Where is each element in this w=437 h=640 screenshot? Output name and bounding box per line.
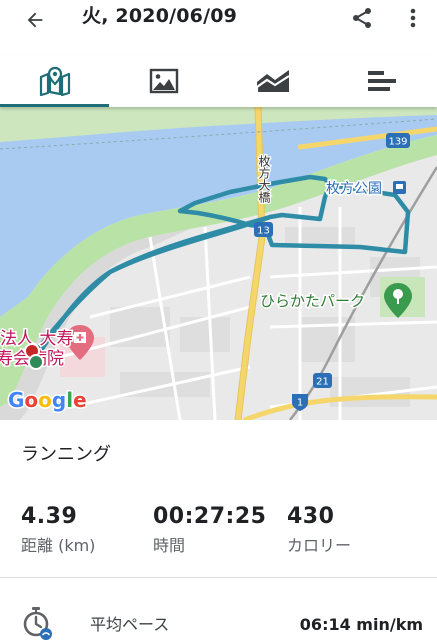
stat-duration-value: 00:27:25 [153,504,267,529]
area-chart-icon [256,70,290,92]
route-21-shield-icon: 21 [313,373,332,388]
route-139-label: 139 [388,137,407,148]
list-bars-icon [368,71,397,91]
share-icon [353,8,371,28]
stat-calories: 430 カロリー [287,502,351,558]
app-bar: 火, 2020/06/09 [0,0,437,55]
pace-stopwatch-icon [23,607,52,640]
back-button[interactable] [18,3,52,37]
map-icon [39,66,70,96]
stat-duration-label: 時間 [153,536,186,555]
route-139-shield-icon: 139 [386,133,410,148]
train-station-icon [393,181,406,194]
park-label: ひらかたパーク [260,292,365,310]
page-title: 火, 2020/06/09 [82,5,238,27]
activity-type: ランニング [21,444,111,465]
station-label: 枚方公園 [326,181,382,197]
route-map[interactable]: 法人 大寿 寿会病院 枚方大橋 枚方公園 ひらかたパーク 13 139 [0,107,437,420]
image-icon [149,68,179,94]
google-attribution: Google [8,388,87,412]
tab-details[interactable] [328,55,437,107]
arrow-back-icon [27,12,43,28]
section-divider [0,577,437,578]
pace-value: 06:14 min/km [299,615,423,634]
route-13-label: 13 [257,226,270,237]
tab-map[interactable] [0,55,110,107]
stat-distance-value: 4.39 [21,504,78,529]
tab-bar [0,55,437,107]
pace-label: 平均ペース [90,615,170,634]
route-13-shield-icon: 13 [254,222,273,237]
tab-chart[interactable] [219,55,328,107]
more-options-button[interactable] [400,2,426,34]
bridge-label: 枚方大橋 [257,154,271,204]
route-1-label: 1 [297,398,303,409]
stat-calories-label: カロリー [287,536,352,555]
stat-distance-label: 距離 (km) [21,536,96,555]
stat-duration: 00:27:25 時間 [153,502,266,558]
route-start-marker [28,354,44,370]
route-21-label: 21 [316,377,329,388]
stat-distance: 4.39 距離 (km) [21,502,95,558]
more-vert-icon [410,8,416,28]
stat-calories-value: 430 [287,504,335,529]
tab-photos[interactable] [109,55,218,107]
pace-row: 平均ペース 06:14 min/km [0,600,437,640]
active-tab-indicator [0,104,110,107]
share-button[interactable] [346,2,378,34]
